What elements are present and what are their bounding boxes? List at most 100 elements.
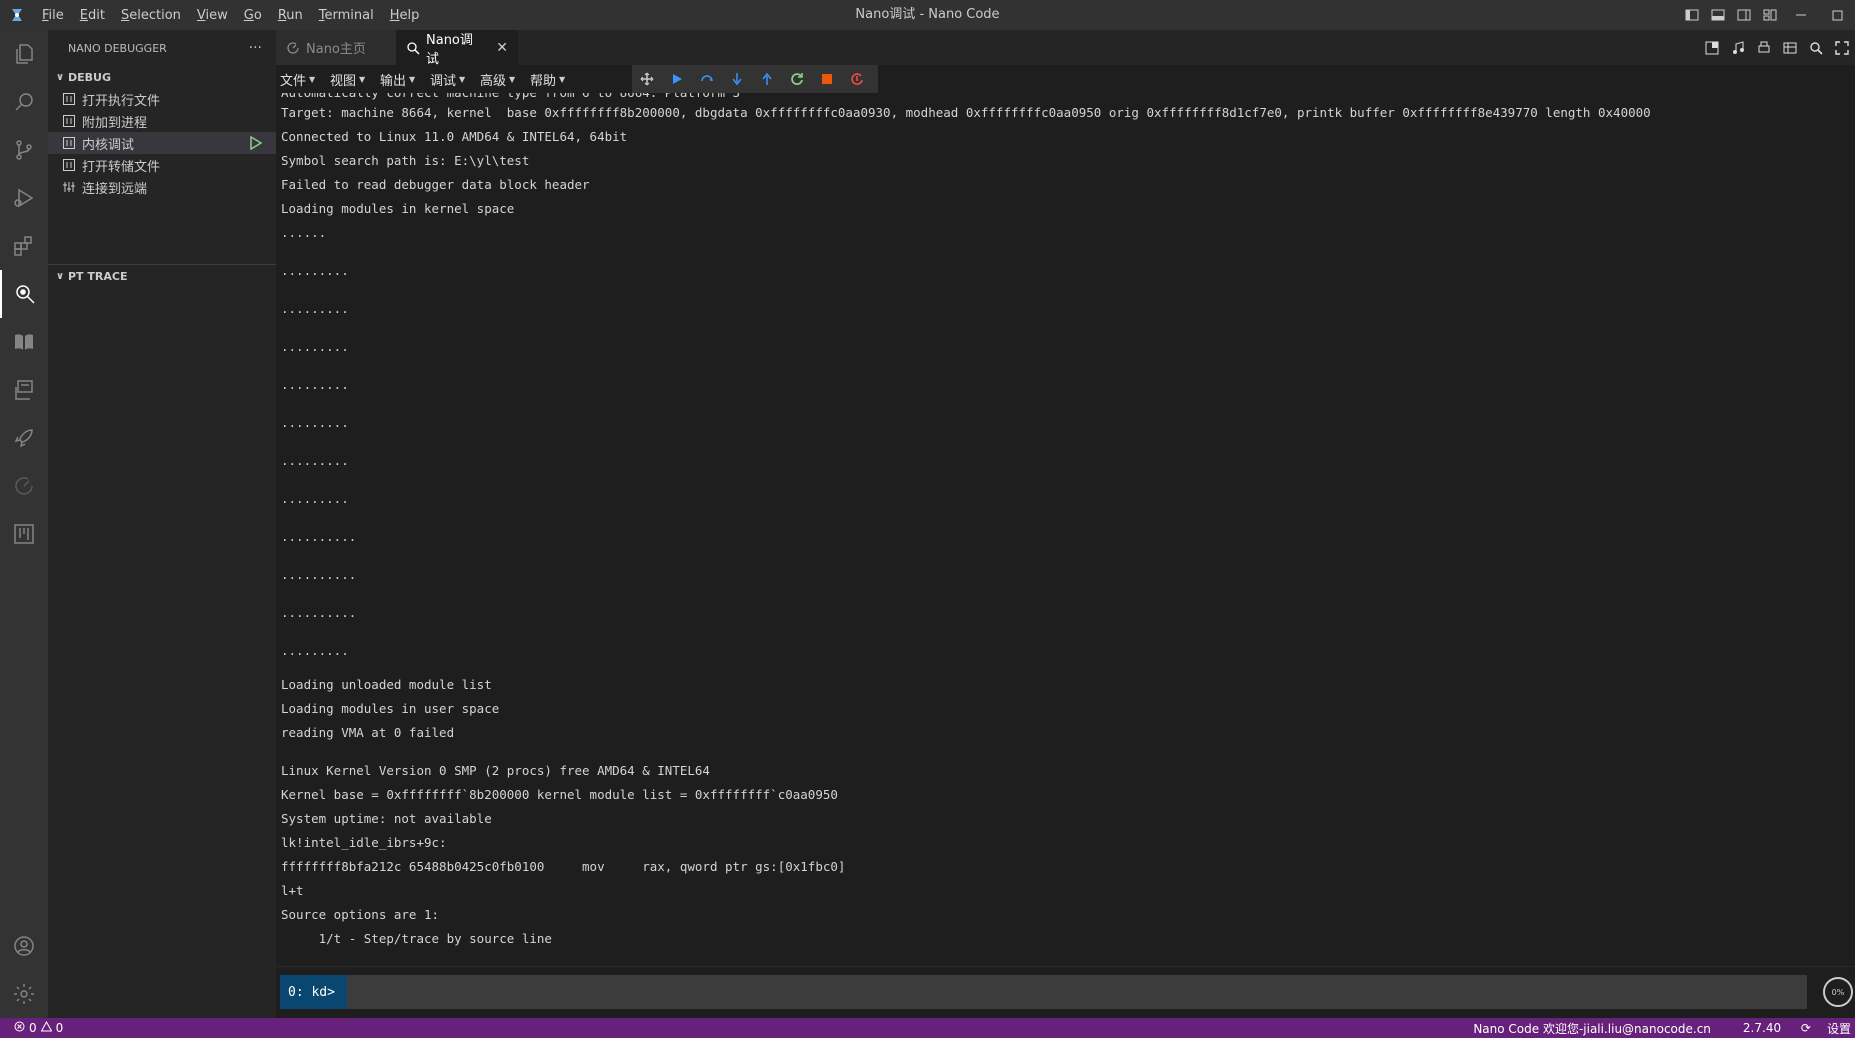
menu-go[interactable]: Go	[236, 8, 270, 23]
menu-label: 高级	[480, 73, 507, 89]
sidebar-item-kernel-debug[interactable]: 内核调试	[48, 132, 276, 154]
output-line: ..........	[281, 529, 357, 544]
toggle-secondary-sidebar-icon[interactable]	[1731, 0, 1757, 30]
sidebar-item-label: 附加到进程	[82, 115, 148, 131]
remote-connect-icon	[60, 179, 78, 195]
menu-edit[interactable]: Edit	[72, 8, 113, 23]
stop-icon[interactable]	[812, 65, 842, 93]
output-line: .........	[281, 643, 349, 658]
customize-layout-icon[interactable]	[1757, 0, 1783, 30]
minimize-icon[interactable]	[1783, 0, 1819, 30]
nano-debugger-icon[interactable]	[0, 270, 48, 318]
menu-bar: File Edit Selection View Go Run Terminal…	[34, 0, 427, 30]
restart-icon[interactable]	[782, 65, 812, 93]
play-icon[interactable]	[250, 135, 263, 154]
menu-label: 帮助	[530, 73, 557, 89]
debugger-toolbar: 文件 ▼ 视图 ▼ 输出 ▼ 调试 ▼ 高级 ▼ 帮助 ▼	[276, 65, 1855, 93]
caret-down-icon: ▼	[509, 74, 516, 84]
debug-section-header[interactable]: ∨ DEBUG	[48, 66, 276, 88]
progress-indicator[interactable]: 0%	[1823, 977, 1853, 1007]
remote-explorer-icon[interactable]	[0, 366, 48, 414]
output-line: Loading modules in kernel space	[281, 201, 515, 216]
search-icon[interactable]	[0, 78, 48, 126]
account-icon[interactable]	[0, 922, 48, 970]
output-line: Loading unloaded module list	[281, 677, 492, 692]
chevron-down-icon: ∨	[55, 71, 65, 83]
menu-output-cn[interactable]: 输出 ▼	[380, 65, 415, 93]
output-line: 1/t - Step/trace by source line	[281, 931, 552, 946]
menu-label: 文件	[280, 73, 307, 89]
output-line: Source options are 1:	[281, 907, 440, 922]
menu-file-cn[interactable]: 文件 ▼	[280, 65, 315, 93]
settings-status[interactable]: 设置	[1827, 1020, 1851, 1037]
sidebar-item-open-dump[interactable]: 打开转储文件	[48, 154, 276, 176]
menu-help[interactable]: Help	[382, 8, 428, 23]
board-icon[interactable]	[0, 510, 48, 558]
output-line: Linux Kernel Version 0 SMP (2 procs) fre…	[281, 763, 710, 778]
source-control-icon[interactable]	[0, 126, 48, 174]
toggle-panel-icon[interactable]	[1705, 0, 1731, 30]
tab-label: Nano主页	[306, 42, 366, 57]
continue-icon[interactable]	[662, 65, 692, 93]
sidebar-item-open-executable[interactable]: 打开执行文件	[48, 88, 276, 110]
menu-terminal[interactable]: Terminal	[311, 8, 382, 23]
grid-icon[interactable]	[1777, 35, 1803, 61]
book-icon[interactable]	[0, 318, 48, 366]
sidebar-item-attach-process[interactable]: 附加到进程	[48, 110, 276, 132]
menu-debug-cn[interactable]: 调试 ▼	[430, 65, 465, 93]
output-line: Kernel base = 0xffffffff`8b200000 kernel…	[281, 787, 838, 802]
menu-help-cn[interactable]: 帮助 ▼	[530, 65, 565, 93]
toggle-primary-sidebar-icon[interactable]	[1679, 0, 1705, 30]
print-icon[interactable]	[1751, 35, 1777, 61]
menu-selection[interactable]: Selection	[113, 8, 189, 23]
music-icon[interactable]	[1725, 35, 1751, 61]
menu-view-cn[interactable]: 视图 ▼	[330, 65, 365, 93]
sidebar-item-connect-remote[interactable]: 连接到远端	[48, 176, 276, 198]
pt-trace-section-header[interactable]: ∨ PT TRACE	[48, 265, 280, 287]
user-status[interactable]: Nano Code 欢迎您-jiali.liu@nanocode.cn	[1473, 1020, 1711, 1037]
menu-run[interactable]: Run	[270, 8, 311, 23]
drag-handle-icon[interactable]	[632, 65, 662, 93]
debug-file-icon	[60, 157, 78, 173]
run-debug-icon[interactable]	[0, 174, 48, 222]
trace-icon[interactable]	[0, 462, 48, 510]
version-status[interactable]: 2.7.40 ⟳	[1727, 1021, 1811, 1035]
debug-file-icon	[60, 135, 78, 151]
disconnect-icon[interactable]	[842, 65, 872, 93]
menu-view[interactable]: View	[189, 8, 236, 23]
output-line: Symbol search path is: E:\yl\test	[281, 153, 530, 168]
zoom-icon[interactable]	[1803, 35, 1829, 61]
step-out-icon[interactable]	[752, 65, 782, 93]
tab-nano-debug[interactable]: Nano调试 ✕	[396, 30, 518, 67]
split-view-icon[interactable]	[1699, 35, 1725, 61]
caret-down-icon: ▼	[309, 74, 316, 84]
fullscreen-icon[interactable]	[1829, 35, 1855, 61]
activity-bar	[0, 30, 48, 1018]
extensions-icon[interactable]	[0, 222, 48, 270]
status-bar: 0 0 Nano Code 欢迎您-jiali.liu@nanocode.cn …	[0, 1018, 1855, 1038]
sidebar-header: NANO DEBUGGER ···	[48, 30, 276, 66]
app-logo-icon	[0, 0, 34, 30]
output-line: ffffffff8bfa212c 65488b0425c0fb0100 mov …	[281, 859, 846, 874]
explorer-icon[interactable]	[0, 30, 48, 78]
step-into-icon[interactable]	[722, 65, 752, 93]
close-icon[interactable]: ✕	[496, 40, 508, 56]
step-over-icon[interactable]	[692, 65, 722, 93]
caret-down-icon: ▼	[559, 74, 566, 84]
home-tab-icon	[286, 41, 300, 55]
output-line: ......	[281, 225, 327, 240]
menu-file[interactable]: File	[34, 8, 72, 23]
problems-indicator[interactable]: 0 0	[14, 1018, 63, 1038]
maximize-icon[interactable]	[1819, 0, 1855, 30]
more-actions-icon[interactable]: ···	[249, 40, 262, 56]
output-line: Target: machine 8664, kernel base 0xffff…	[281, 105, 1651, 120]
tab-nano-home[interactable]: Nano主页	[276, 30, 396, 65]
command-prompt: 0: kd>	[280, 975, 347, 1009]
command-input[interactable]	[347, 975, 1807, 1009]
settings-gear-icon[interactable]	[0, 970, 48, 1018]
menu-advanced-cn[interactable]: 高级 ▼	[480, 65, 515, 93]
menu-label: 调试	[430, 73, 457, 89]
rocket-icon[interactable]	[0, 414, 48, 462]
debug-file-icon	[60, 113, 78, 129]
status-right: Nano Code 欢迎您-jiali.liu@nanocode.cn 2.7.…	[1457, 1018, 1851, 1038]
